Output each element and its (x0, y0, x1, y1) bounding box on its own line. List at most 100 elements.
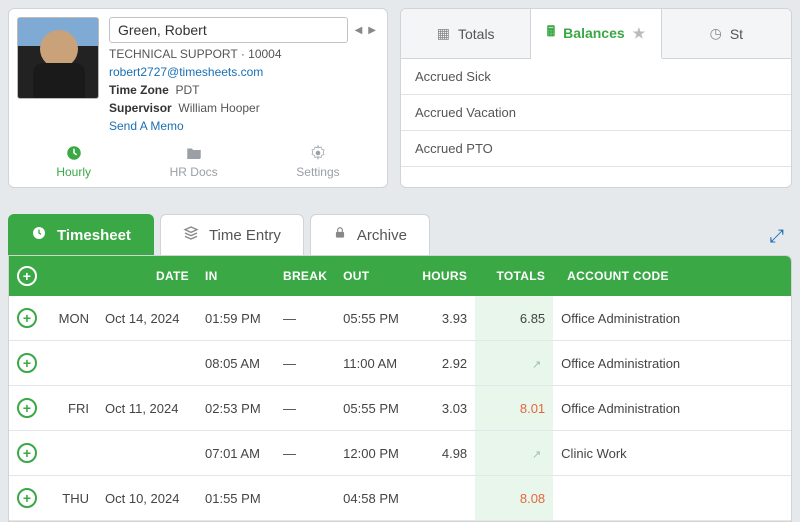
arrow-up-icon: ↗ (532, 359, 541, 371)
cell-date (97, 431, 197, 476)
cell-out[interactable]: 05:55 PM (335, 296, 413, 341)
cell-break[interactable]: — (275, 296, 335, 341)
cell-account[interactable]: Office Administration (553, 296, 791, 341)
table-row[interactable]: + MONOct 14, 202401:59 PM—05:55 PM3.936.8… (9, 296, 791, 341)
cell-day: THU (45, 476, 97, 521)
cell-account[interactable]: Office Administration (553, 386, 791, 431)
cell-hours: 3.03 (413, 386, 475, 431)
cell-hours (413, 476, 475, 521)
balance-item[interactable]: Accrued PTO (401, 131, 791, 167)
clock-outline-icon: ◷ (710, 25, 722, 42)
tab-label: Timesheet (57, 227, 131, 244)
avatar[interactable] (17, 17, 99, 99)
cell-out[interactable]: 11:00 AM (335, 341, 413, 386)
balance-tab-balances[interactable]: 🖩 Balances ★ (531, 9, 661, 59)
col-in: IN (197, 256, 275, 296)
cell-totals: ↗ (475, 341, 553, 386)
table-row[interactable]: + THUOct 10, 202401:55 PM 04:58 PM 8.08 (9, 476, 791, 521)
tab-archive[interactable]: Archive (310, 214, 430, 255)
cell-in[interactable]: 01:55 PM (197, 476, 275, 521)
cell-out[interactable]: 04:58 PM (335, 476, 413, 521)
role-id-line: TECHNICAL SUPPORT · 10004 (109, 47, 379, 61)
cell-totals: 8.08 (475, 476, 553, 521)
cell-in[interactable]: 02:53 PM (197, 386, 275, 431)
tab-label: Time Entry (209, 227, 281, 244)
balance-tab-status[interactable]: ◷ St (662, 9, 791, 58)
cell-date: Oct 10, 2024 (97, 476, 197, 521)
cell-totals: ↗ (475, 431, 553, 476)
cell-break[interactable]: — (275, 386, 335, 431)
cell-account[interactable]: Clinic Work (553, 431, 791, 476)
timezone-line: Time Zone PDT (109, 83, 379, 97)
profile-tab-label: Settings (296, 165, 339, 179)
table-row[interactable]: +08:05 AM—11:00 AM2.92 ↗ Office Administra… (9, 341, 791, 386)
cell-break[interactable]: — (275, 431, 335, 476)
cell-day: FRI (45, 386, 97, 431)
next-employee-icon[interactable]: ▶ (365, 23, 379, 38)
arrow-up-icon: ↗ (532, 449, 541, 461)
cell-in[interactable]: 01:59 PM (197, 296, 275, 341)
cell-day: MON (45, 296, 97, 341)
send-memo-link[interactable]: Send A Memo (109, 119, 379, 133)
clock-icon (31, 225, 47, 245)
table-row[interactable]: + FRIOct 11, 202402:53 PM—05:55 PM3.038.0… (9, 386, 791, 431)
cell-hours: 2.92 (413, 341, 475, 386)
lock-icon (333, 225, 347, 245)
cell-date: Oct 14, 2024 (97, 296, 197, 341)
clock-icon (64, 143, 84, 163)
tab-timesheet[interactable]: Timesheet (8, 214, 154, 255)
balance-tab-totals[interactable]: ▦ Totals (401, 9, 531, 58)
col-hours: HOURS (413, 256, 475, 296)
add-row-button[interactable]: + (17, 398, 37, 418)
star-icon[interactable]: ★ (633, 25, 646, 42)
col-totals: TOTALS (475, 256, 553, 296)
cell-break[interactable]: — (275, 341, 335, 386)
cell-out[interactable]: 12:00 PM (335, 431, 413, 476)
employee-name-input[interactable] (109, 17, 348, 43)
stack-icon (183, 225, 199, 245)
col-out: OUT (335, 256, 413, 296)
cell-in[interactable]: 08:05 AM (197, 341, 275, 386)
add-row-button[interactable]: + (17, 353, 37, 373)
expand-icon[interactable]: ⤢ (762, 218, 792, 255)
cell-totals: 8.01 (475, 386, 553, 431)
col-account: ACCOUNT CODE (553, 256, 791, 296)
balances-panel: ▦ Totals 🖩 Balances ★ ◷ St Accrued Sick … (400, 8, 792, 188)
cell-hours: 3.93 (413, 296, 475, 341)
profile-tab-hourly[interactable]: Hourly (56, 143, 91, 179)
profile-card: ◀ ▶ TECHNICAL SUPPORT · 10004 robert2727… (8, 8, 388, 188)
cell-in[interactable]: 07:01 AM (197, 431, 275, 476)
add-row-button[interactable]: + (17, 443, 37, 463)
table-row[interactable]: +07:01 AM—12:00 PM4.98 ↗ Clinic Work (9, 431, 791, 476)
col-break: BREAK (275, 256, 335, 296)
tab-time-entry[interactable]: Time Entry (160, 214, 304, 255)
cell-hours: 4.98 (413, 431, 475, 476)
profile-tab-hrdocs[interactable]: HR Docs (170, 143, 218, 179)
prev-employee-icon[interactable]: ◀ (352, 23, 366, 38)
folder-icon (184, 143, 204, 163)
add-all-button[interactable]: + (9, 256, 45, 296)
balance-item[interactable]: Accrued Vacation (401, 95, 791, 131)
profile-tab-label: Hourly (56, 165, 91, 179)
cell-account[interactable] (553, 476, 791, 521)
balance-item[interactable]: Accrued Sick (401, 59, 791, 95)
cell-out[interactable]: 05:55 PM (335, 386, 413, 431)
cell-day (45, 431, 97, 476)
calculator-icon: 🖩 (547, 21, 555, 45)
cell-break[interactable] (275, 476, 335, 521)
add-row-button[interactable]: + (17, 488, 37, 508)
grid-icon: ▦ (437, 25, 450, 42)
cell-date: Oct 11, 2024 (97, 386, 197, 431)
tab-label: Archive (357, 227, 407, 244)
cell-totals: 6.85 (475, 296, 553, 341)
email-link[interactable]: robert2727@timesheets.com (109, 65, 379, 79)
employee-nav-spinner[interactable]: ◀ ▶ (352, 23, 379, 38)
cell-date (97, 341, 197, 386)
add-row-button[interactable]: + (17, 308, 37, 328)
profile-tab-settings[interactable]: Settings (296, 143, 339, 179)
balance-tab-label: Totals (458, 26, 495, 42)
timesheet-table: + DATE IN BREAK OUT HOURS TOTALS ACCOUNT… (9, 256, 791, 521)
balance-tab-label: St (730, 26, 743, 42)
cell-account[interactable]: Office Administration (553, 341, 791, 386)
gear-icon (308, 143, 328, 163)
